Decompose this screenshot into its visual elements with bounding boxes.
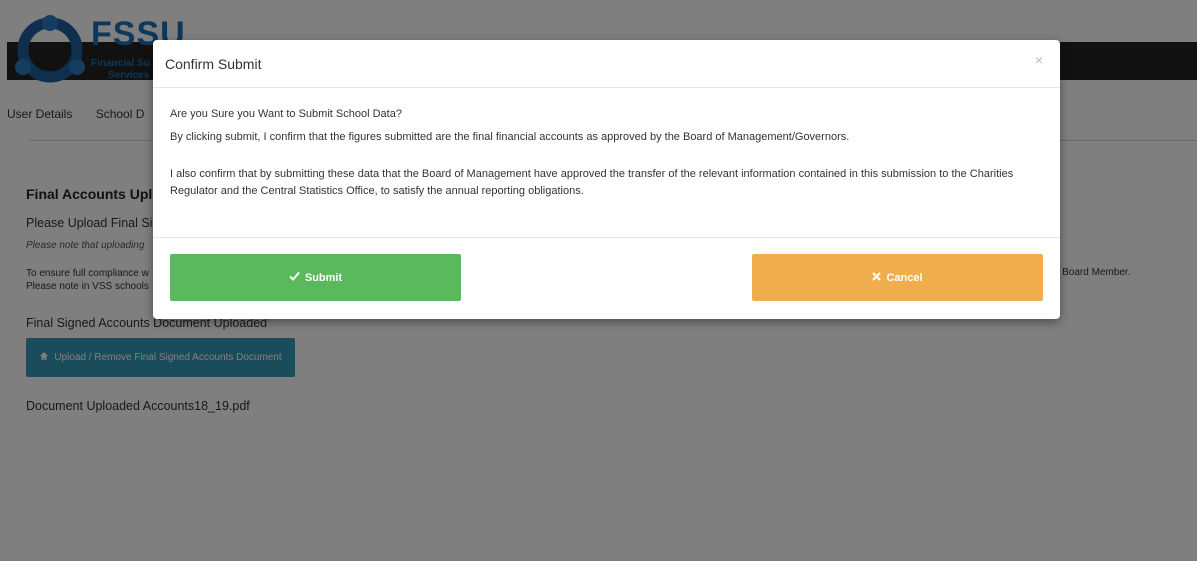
check-icon xyxy=(289,271,300,284)
close-icon[interactable]: × xyxy=(1035,52,1043,68)
confirm-paragraph-2: I also confirm that by submitting these … xyxy=(170,168,1014,197)
submit-button[interactable]: Submit xyxy=(170,254,461,301)
confirm-submit-dialog: Confirm Submit × Are you Sure you Want t… xyxy=(153,40,1060,319)
modal-footer-divider xyxy=(153,237,1060,238)
confirm-question: Are you Sure you Want to Submit School D… xyxy=(170,108,402,120)
x-icon xyxy=(872,271,882,284)
modal-title: Confirm Submit xyxy=(165,56,262,72)
modal-header: Confirm Submit × xyxy=(153,40,1060,88)
cancel-button[interactable]: Cancel xyxy=(752,254,1043,301)
submit-label: Submit xyxy=(304,271,343,284)
confirm-paragraph-1: By clicking submit, I confirm that the f… xyxy=(170,131,850,143)
cancel-label: Cancel xyxy=(886,271,923,284)
